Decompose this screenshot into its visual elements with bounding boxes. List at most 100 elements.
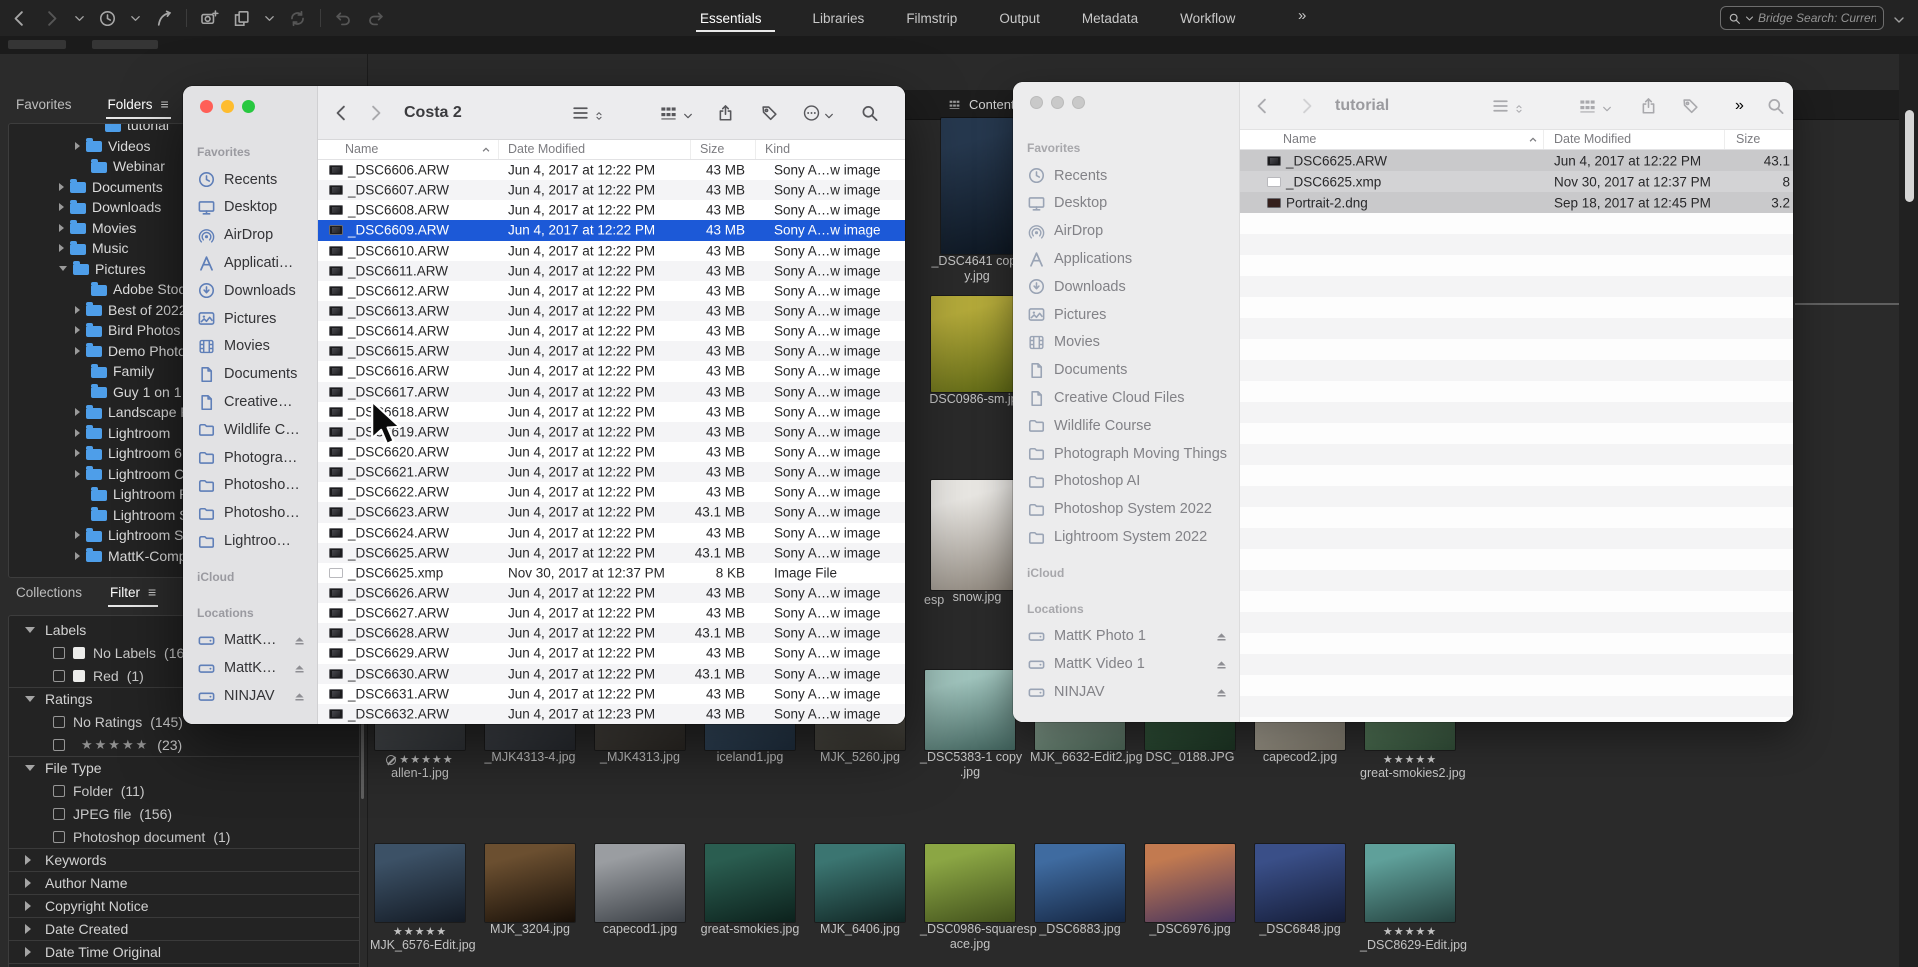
filter-disclosure-icon[interactable]: [25, 878, 37, 888]
rating-row[interactable]: ★★★★★: [1360, 925, 1460, 938]
zoom-button[interactable]: [242, 100, 255, 113]
sidebar-item[interactable]: Photosho…: [183, 472, 317, 500]
list-view-icon[interactable]: [571, 103, 590, 122]
filter-disclosure-icon[interactable]: [25, 696, 37, 702]
thumbnail-cell[interactable]: _DSC4641 copy y.jpg: [927, 118, 1027, 284]
thumbnail-cell[interactable]: ★★★★★ _DSC8629-Edit.jpg: [1360, 844, 1460, 953]
file-row[interactable]: _DSC6628.ARW Jun 4, 2017 at 12:22 PM 43.…: [318, 623, 905, 643]
filter-disclosure-icon[interactable]: [25, 947, 37, 957]
redo-icon[interactable]: [366, 9, 385, 28]
sidebar-item[interactable]: Recents: [183, 166, 317, 194]
filter-row[interactable]: ★★★★★ (23): [9, 733, 359, 756]
filter-disclosure-icon[interactable]: [25, 627, 37, 633]
list-view-icon[interactable]: [1491, 96, 1510, 115]
sidebar-item[interactable]: iCloud: [1013, 559, 1239, 587]
sync-icon[interactable]: [288, 9, 307, 28]
filter-checkbox[interactable]: [53, 647, 65, 659]
filter-panel-tab[interactable]: Filter≡: [110, 584, 156, 600]
copy-files-dropdown-icon[interactable]: [264, 13, 275, 24]
sidebar-item[interactable]: Recents: [1013, 162, 1239, 190]
eject-icon[interactable]: [1214, 629, 1229, 644]
disclosure-icon[interactable]: [59, 183, 64, 191]
filter-row[interactable]: Keywords: [9, 848, 359, 871]
group-chevron-icon[interactable]: [683, 108, 693, 118]
thumbnail-image[interactable]: [931, 296, 1023, 392]
panel-menu-icon[interactable]: ≡: [161, 96, 169, 112]
sidebar-item[interactable]: Creative Cloud Files: [1013, 384, 1239, 412]
disclosure-icon[interactable]: [59, 203, 64, 211]
file-row[interactable]: _DSC6631.ARW Jun 4, 2017 at 12:22 PM 43 …: [318, 684, 905, 704]
list-sort-icon[interactable]: [1514, 101, 1524, 111]
disclosure-icon[interactable]: [75, 408, 80, 416]
sidebar-item[interactable]: Lightroom System 2022: [1013, 523, 1239, 551]
search-icon[interactable]: [1766, 96, 1785, 115]
rating-row[interactable]: ★★★★★: [370, 925, 470, 938]
file-row[interactable]: _DSC6623.ARW Jun 4, 2017 at 12:22 PM 43.…: [318, 502, 905, 522]
sidebar-item[interactable]: Desktop: [183, 194, 317, 222]
thumbnail-cell[interactable]: _DSC6976.jpg: [1140, 844, 1240, 937]
sidebar-item[interactable]: Pictures: [183, 305, 317, 333]
thumbnail-cell[interactable]: _DSC0986-squaresp ace.jpg: [920, 844, 1020, 952]
filter-checkbox[interactable]: [53, 831, 65, 843]
content-tab[interactable]: Content: [948, 97, 1015, 112]
thumbnail-cell[interactable]: snow.jpg: [927, 480, 1027, 605]
thumbnail-cell[interactable]: _DSC6848.jpg: [1250, 844, 1350, 937]
file-row[interactable]: _DSC6622.ARW Jun 4, 2017 at 12:22 PM 43 …: [318, 482, 905, 502]
thumbnail-image[interactable]: [815, 844, 905, 922]
bridge-search-input[interactable]: Bridge Search: Current .: [1720, 6, 1884, 30]
column-header-date[interactable]: Date Modified: [1554, 132, 1631, 146]
forward-icon[interactable]: [1297, 96, 1316, 115]
thumbnail-image[interactable]: [925, 670, 1015, 750]
sidebar-item[interactable]: NINJAV: [183, 682, 317, 710]
thumbnail-cell[interactable]: _DSC6883.jpg: [1030, 844, 1130, 937]
thumbnail-image[interactable]: [705, 844, 795, 922]
nav-dropdown-icon[interactable]: [74, 13, 85, 24]
sidebar-item[interactable]: Applicati…: [183, 249, 317, 277]
file-row[interactable]: _DSC6629.ARW Jun 4, 2017 at 12:22 PM 43 …: [318, 643, 905, 663]
more-actions-icon[interactable]: [802, 103, 821, 122]
share-icon[interactable]: [716, 103, 735, 122]
disclosure-icon[interactable]: [75, 142, 80, 150]
file-row[interactable]: _DSC6611.ARW Jun 4, 2017 at 12:22 PM 43 …: [318, 261, 905, 281]
history-icon[interactable]: [98, 9, 117, 28]
eject-icon[interactable]: [292, 633, 307, 648]
file-row[interactable]: _DSC6632.ARW Jun 4, 2017 at 12:23 PM 43 …: [318, 704, 905, 724]
filter-row[interactable]: Copyright Notice: [9, 894, 359, 917]
disclosure-icon[interactable]: [59, 224, 64, 232]
sidebar-item[interactable]: Tags: [1013, 714, 1239, 722]
boomerang-icon[interactable]: [154, 9, 173, 28]
disclosure-icon[interactable]: [75, 347, 80, 355]
sidebar-item[interactable]: Downloads: [1013, 273, 1239, 301]
file-row[interactable]: _DSC6625.xmp Nov 30, 2017 at 12:37 PM 8: [1240, 171, 1793, 192]
import-from-camera-icon[interactable]: [200, 9, 219, 28]
thumbnail-image[interactable]: [925, 844, 1015, 922]
column-header-name[interactable]: Name: [345, 142, 378, 156]
group-view-icon[interactable]: [1578, 96, 1597, 115]
rating-row[interactable]: ★★★★★: [370, 753, 470, 766]
sidebar-item[interactable]: Favorites: [1013, 134, 1239, 162]
filter-disclosure-icon[interactable]: [25, 901, 37, 911]
file-row[interactable]: _DSC6616.ARW Jun 4, 2017 at 12:22 PM 43 …: [318, 361, 905, 381]
sidebar-item[interactable]: Photograph Moving Things: [1013, 440, 1239, 468]
file-row[interactable]: _DSC6620.ARW Jun 4, 2017 at 12:22 PM 43 …: [318, 442, 905, 462]
sort-direction-icon[interactable]: [1528, 134, 1538, 148]
disclosure-icon[interactable]: [75, 552, 80, 560]
share-icon[interactable]: [1639, 96, 1658, 115]
forward-icon[interactable]: [42, 9, 61, 28]
sidebar-item[interactable]: MattK…: [183, 627, 317, 655]
column-header-date[interactable]: Date Modified: [508, 142, 585, 156]
sidebar-item[interactable]: Wildlife Course: [1013, 412, 1239, 440]
thumbnail-image[interactable]: [941, 118, 1013, 254]
disclosure-icon[interactable]: [75, 470, 80, 478]
content-scrollbar[interactable]: [1905, 110, 1914, 202]
filter-row[interactable]: Author Name: [9, 871, 359, 894]
rating-row[interactable]: ★★★★★: [1360, 753, 1460, 766]
eject-icon[interactable]: [1214, 685, 1229, 700]
thumbnail-image[interactable]: [485, 844, 575, 922]
back-icon[interactable]: [10, 9, 29, 28]
file-row[interactable]: _DSC6617.ARW Jun 4, 2017 at 12:22 PM 43 …: [318, 382, 905, 402]
file-row[interactable]: _DSC6625.ARW Jun 4, 2017 at 12:22 PM 43.…: [318, 543, 905, 563]
workspace-tab[interactable]: Libraries: [813, 0, 865, 36]
filter-panel-tab[interactable]: Collections: [16, 585, 82, 600]
disclosure-icon[interactable]: [59, 244, 64, 252]
